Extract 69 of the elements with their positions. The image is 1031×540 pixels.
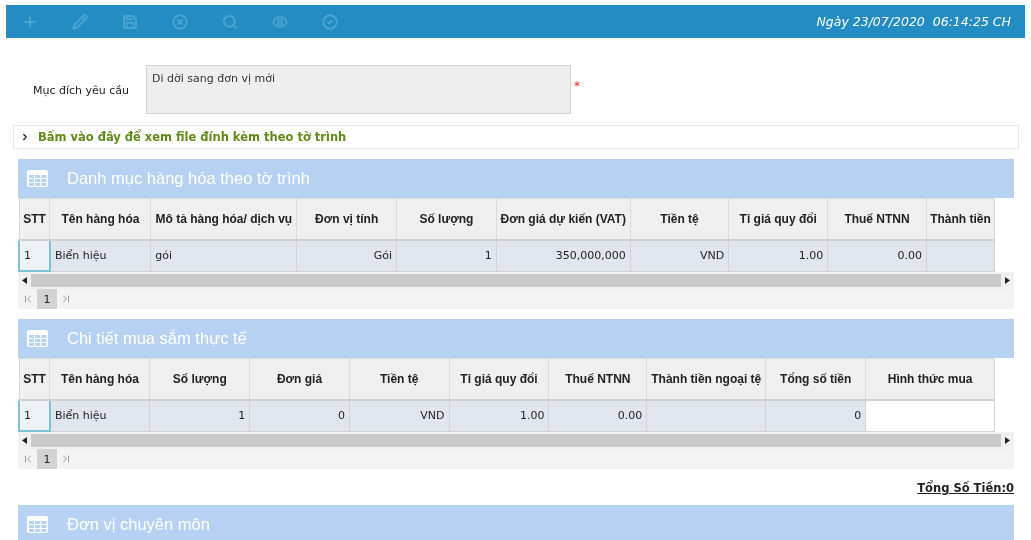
column-header[interactable]: Tên hàng hóa (50, 358, 150, 400)
scroll-right-icon[interactable] (1005, 277, 1010, 284)
required-mark: * (574, 79, 580, 93)
column-header[interactable]: STT (19, 358, 50, 400)
table-cell: Biển hiệu (50, 240, 151, 271)
first-page-icon[interactable] (22, 453, 34, 465)
table-cell: 0.00 (827, 240, 927, 271)
field-label: Mục đích yêu cầu (33, 84, 131, 97)
table-cell: 1 (19, 240, 50, 271)
table-cell: 1 (396, 240, 497, 271)
column-header[interactable]: Tiền tệ (349, 358, 450, 400)
total-amount: Tổng Số Tiền:0 (917, 481, 1014, 495)
eye-icon (272, 13, 288, 30)
attachment-link[interactable]: Bấm vào đây để xem file đính kèm theo tờ trình (38, 130, 347, 144)
table-cell: 350,000,000 (496, 240, 631, 271)
table-cell: 0 (249, 400, 350, 431)
table-cell: 1.00 (728, 240, 828, 271)
table-cell (926, 240, 995, 271)
scroll-left-icon[interactable] (22, 277, 27, 284)
first-page-icon[interactable] (22, 293, 34, 305)
column-header[interactable]: Thành tiền ngoại tệ (646, 358, 766, 400)
table-cell: gói (150, 240, 297, 271)
column-header[interactable]: Thuế NTNN (548, 358, 647, 400)
column-header[interactable]: Tỉ giá quy đổi (449, 358, 549, 400)
last-page-icon[interactable] (60, 453, 72, 465)
column-header[interactable]: Tiền tệ (630, 198, 729, 240)
table-cell: 0 (765, 400, 866, 431)
column-header[interactable]: Đơn giá dự kiến (VAT) (496, 198, 631, 240)
column-header[interactable]: Tỉ giá quy đổi (728, 198, 828, 240)
table-cell: Biển hiệu (50, 400, 150, 431)
page-button[interactable]: 1 (37, 449, 57, 469)
date-time: Ngày 23/07/2020 06:14:25 CH (816, 14, 1011, 29)
table-cell: 1 (149, 400, 250, 431)
chevron-icon[interactable] (20, 132, 30, 142)
check-circle-icon (322, 13, 338, 30)
table-icon (27, 516, 48, 533)
table-cell: VND (349, 400, 450, 431)
column-header[interactable]: Mô tả hàng hóa/ dịch vụ (150, 198, 297, 240)
pencil-icon (72, 13, 88, 30)
section-title: Đơn vị chuyên môn (67, 515, 210, 534)
column-header[interactable]: Số lượng (149, 358, 250, 400)
column-header[interactable]: Tổng số tiền (765, 358, 866, 400)
table-cell: Gói (296, 240, 397, 271)
scroll-left-icon[interactable] (22, 437, 27, 444)
last-page-icon[interactable] (60, 293, 72, 305)
horizontal-scrollbar[interactable] (18, 432, 1014, 449)
table-cell: 1 (19, 400, 50, 431)
purpose-field[interactable]: Di dời sang đơn vị mới (146, 65, 571, 114)
column-header[interactable]: Hình thức mua (865, 358, 995, 400)
column-header[interactable]: Tên hàng hóa (50, 198, 151, 240)
section-title: Chi tiết mua sắm thực tế (67, 329, 247, 348)
table-cell: 0.00 (548, 400, 647, 431)
column-header[interactable]: Thành tiền (926, 198, 995, 240)
table-cell: 1.00 (449, 400, 549, 431)
column-header[interactable]: Đơn giá (249, 358, 350, 400)
table-cell: VND (630, 240, 729, 271)
page-button[interactable]: 1 (37, 289, 57, 309)
plus-icon (22, 13, 38, 30)
x-circle-icon (172, 13, 188, 30)
column-header[interactable]: Thuế NTNN (827, 198, 927, 240)
section-title: Danh mục hàng hóa theo tờ trình (67, 169, 310, 188)
table-icon (27, 330, 48, 347)
column-header[interactable]: Số lượng (396, 198, 497, 240)
column-header[interactable]: Đơn vị tính (296, 198, 397, 240)
table-icon (27, 170, 48, 187)
horizontal-scrollbar[interactable] (18, 272, 1014, 289)
scroll-right-icon[interactable] (1005, 437, 1010, 444)
column-header[interactable]: STT (19, 198, 50, 240)
search-icon (222, 13, 238, 30)
